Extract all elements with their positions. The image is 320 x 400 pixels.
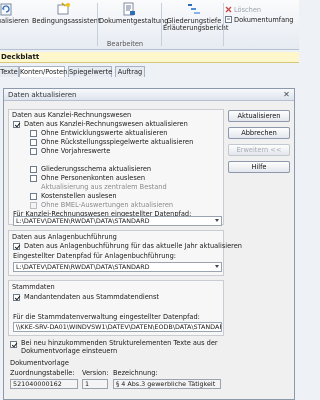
loeschen-button[interactable]: Löschen — [225, 6, 261, 15]
dokumentumfang-button[interactable]: Dokumentumfang — [225, 16, 293, 25]
option-label: Ohne Rückstellungsspiegelwerte aktualisi… — [41, 138, 194, 146]
bmel-checkbox — [30, 201, 37, 209]
tab-konten-posten[interactable]: Konten/Posten — [19, 66, 67, 77]
option-label: Ohne Entwicklungswerte aktualisieren — [41, 129, 168, 137]
stamm-path-label: Für die Stammdatenverwaltung eingestellt… — [13, 313, 200, 321]
document-scope-icon — [225, 16, 232, 23]
wizard-icon — [57, 2, 71, 16]
version-label: Version: — [82, 369, 109, 377]
strukturelemente-checkbox[interactable] — [10, 341, 17, 348]
loeschen-label: Löschen — [234, 6, 262, 14]
bmel-label: Ohne BMEL-Auswertungen aktualisieren — [41, 201, 174, 209]
bezeichnung-label: Bezeichnung: — [113, 369, 158, 377]
anlagen-path-select[interactable]: L:\DATEV\DATEN\RWDAT\DATA\STANDARD — [13, 262, 222, 272]
anlagen-path-label: Eingestellter Datenpfad für Anlagenbuchf… — [13, 252, 176, 260]
version-value: 1 — [85, 380, 90, 388]
option-label: Ohne Personenkonten auslesen — [41, 174, 146, 182]
rewe-path-select[interactable]: L:\DATEV\DATEN\RWDAT\DATA\STANDARD — [13, 216, 222, 226]
zuordnungstabelle-field: 521040000162 — [10, 379, 78, 389]
daten-aktualisieren-dialog: Daten aktualisieren ✕ Daten aus Kanzlei-… — [3, 88, 295, 400]
stamm-path-field[interactable]: \\KKE-SRV-DA01\WINDVSW1\DATEV\DATEN\EODB… — [13, 322, 222, 332]
strukturelemente-label: Bei neu hinzukommenden Strukturelementen… — [21, 339, 218, 355]
dokumentgestaltung-label: Dokumentgestaltung — [99, 17, 169, 25]
stamm-label: Mandantendaten aus Stammdatendienst — [24, 293, 160, 301]
rewe-main-checkbox[interactable] — [13, 120, 20, 128]
zuordnungstabelle-label: Zuordnungstabelle: — [10, 369, 75, 377]
abbrechen-button[interactable]: Abbrechen — [228, 127, 290, 139]
aktualisieren-label: Aktualisieren — [0, 17, 29, 25]
option-label: Gliederungsschema aktualisieren — [41, 165, 152, 173]
option-checkbox[interactable] — [30, 165, 37, 173]
rewe-main-label: Daten aus Kanzlei-Rechnungswesen aktuali… — [24, 120, 188, 128]
stamm-path-value: \\KKE-SRV-DA01\WINDVSW1\DATEV\DATEN\EODB… — [16, 323, 222, 331]
tab-texte[interactable]: Texte — [0, 66, 19, 77]
ribbon-group-label: Bearbeiten — [106, 40, 144, 48]
dokumentgestaltung-button[interactable]: Dokumentgestaltung — [99, 2, 168, 25]
aktualisieren-button[interactable]: Aktualisieren — [228, 110, 290, 122]
vorlage-header: Dokumentvorlage — [10, 359, 69, 367]
option-checkbox[interactable] — [30, 138, 37, 146]
tab-auftrag[interactable]: Auftrag — [115, 66, 145, 77]
anlagen-label: Daten aus Anlagenbuchführung für das akt… — [24, 242, 242, 250]
option-label: Ohne Vorjahreswerte — [41, 147, 111, 155]
version-field: 1 — [82, 379, 108, 389]
kostenstellen-checkbox[interactable] — [30, 192, 37, 200]
dialog-title: Daten aktualisieren — [8, 91, 77, 99]
dokumentumfang-label: Dokumentumfang — [234, 16, 294, 24]
document-layout-icon — [122, 2, 136, 16]
zuordnungstabelle-value: 521040000162 — [13, 380, 62, 388]
bedingungsassistent-button[interactable]: Bedingungsassistent — [32, 2, 101, 25]
close-icon[interactable]: ✕ — [282, 90, 291, 99]
ribbon: Aktualisieren Bedingungsassistent Dokume… — [0, 0, 299, 50]
zentral-note: Aktualisierung aus zentralem Bestand — [41, 183, 167, 191]
tab-strip: Texte Konten/Posten Spiegelwerte Auftrag — [0, 66, 299, 77]
kostenstellen-label: Kostenstellen auslesen — [41, 192, 117, 200]
document-title: Deckblatt — [0, 52, 299, 63]
tab-spiegelwerte[interactable]: Spiegelwerte — [68, 66, 112, 77]
anlagen-header: Daten aus Anlagenbuchführung — [12, 233, 117, 241]
outline-depth-icon — [187, 2, 201, 16]
anlagen-checkbox[interactable] — [13, 242, 20, 250]
delete-icon — [225, 6, 232, 13]
option-checkbox[interactable] — [30, 129, 37, 137]
bezeichnung-value: § 4 Abs.3 gewerbliche Tätigkeit — [116, 380, 216, 388]
chevron-down-icon — [215, 265, 219, 268]
aktualisieren-ribbon-button[interactable]: Aktualisieren — [0, 2, 29, 25]
hilfe-button[interactable]: Hilfe — [228, 161, 290, 173]
bezeichnung-field: § 4 Abs.3 gewerbliche Tätigkeit — [113, 379, 221, 389]
erlaeuterungsbericht-label: Erläuterungsbericht — [163, 24, 229, 32]
anlagen-path-value: L:\DATEV\DATEN\RWDAT\DATA\STANDARD — [16, 263, 150, 271]
refresh-icon — [0, 2, 13, 16]
option-checkbox[interactable] — [30, 147, 37, 155]
gliederungstiefe-button[interactable]: Gliederungstiefe Erläuterungsbericht — [163, 2, 229, 32]
chevron-down-icon — [215, 219, 219, 222]
rewe-path-value: L:\DATEV\DATEN\RWDAT\DATA\STANDARD — [16, 217, 150, 225]
stamm-header: Stammdaten — [12, 283, 55, 291]
erweitern-button[interactable]: Erweitern << — [228, 144, 290, 156]
stamm-checkbox[interactable] — [13, 293, 20, 301]
rewe-header: Daten aus Kanzlei-Rechnungswesen — [12, 111, 132, 119]
rewe-frame: Daten aus Kanzlei-Rechnungswesen Daten a… — [8, 109, 224, 225]
option-checkbox[interactable] — [30, 174, 37, 182]
bedingungsassistent-label: Bedingungsassistent — [32, 17, 101, 25]
dialog-title-bar: Daten aktualisieren ✕ — [4, 89, 294, 101]
